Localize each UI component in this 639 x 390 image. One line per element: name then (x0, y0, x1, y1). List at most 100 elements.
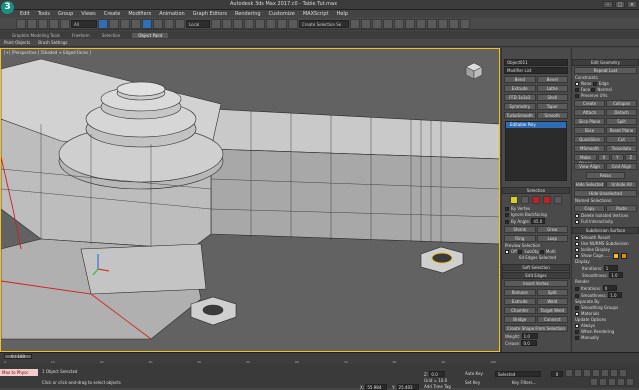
grow-button[interactable]: Grow (536, 226, 568, 233)
slice-plane-button[interactable]: Slice Plane (574, 118, 605, 125)
materials-checkbox[interactable] (575, 312, 579, 316)
constraint-edge-radio[interactable] (592, 82, 597, 86)
angle-spinner[interactable]: 45.0 (531, 218, 546, 224)
use-nurms-checkbox[interactable] (575, 242, 579, 246)
bend-button[interactable]: Bend (504, 76, 536, 83)
close-button[interactable]: × (627, 1, 637, 8)
unhide-all-button[interactable]: Unhide All (606, 181, 637, 188)
play-icon[interactable] (583, 369, 591, 377)
bridge-button[interactable]: Bridge (504, 316, 536, 323)
ffd-button[interactable]: FFD 3x3x3 (504, 94, 536, 101)
object-name-field[interactable]: Object011 (504, 59, 568, 66)
constraint-normal-radio[interactable] (591, 88, 596, 92)
constraint-face-radio[interactable] (575, 88, 579, 92)
paste-button[interactable]: Paste (606, 205, 637, 212)
copy-button[interactable]: Copy (574, 205, 605, 212)
menu-help[interactable]: Help (337, 10, 348, 18)
edit-geometry-rollout-header[interactable]: Edit Geometry (572, 59, 639, 66)
brush-settings-button[interactable]: Brush Settings (38, 40, 67, 45)
taper-button[interactable]: Taper (536, 103, 568, 110)
bind-spacewarp-icon[interactable] (60, 18, 70, 29)
grid-align-button[interactable]: Grid Align (606, 163, 637, 170)
cage-color-swatch-2[interactable] (620, 253, 627, 259)
create-shape-button[interactable]: Create Shape From Selection (504, 325, 568, 332)
full-interactivity-checkbox[interactable] (575, 220, 579, 224)
key-mode-dropdown[interactable]: Selected (495, 371, 541, 377)
reset-plane-button[interactable]: Reset Plane (606, 127, 637, 134)
symmetry-button[interactable]: Symmetry (504, 103, 536, 110)
selection-filter-dropdown[interactable]: All (71, 19, 97, 28)
tab-freeform[interactable]: Freeform (72, 33, 90, 38)
zoom-all-icon[interactable] (599, 378, 607, 386)
display-smoothness-spinner[interactable]: 1.0 (609, 272, 624, 278)
chamfer-button[interactable]: Chamfer (504, 307, 536, 314)
cage-color-swatch-1[interactable] (612, 253, 619, 259)
menu-edit[interactable]: Edit (20, 10, 30, 18)
menu-rendering[interactable]: Rendering (235, 10, 261, 18)
planar-y-button[interactable]: Y (611, 154, 624, 161)
menu-maxscript[interactable]: MAXScript (303, 10, 329, 18)
redo-icon[interactable] (27, 18, 37, 29)
keyboard-shortcut-icon[interactable] (233, 18, 243, 29)
menu-animation[interactable]: Animation (159, 10, 185, 18)
zoom-icon[interactable] (590, 378, 598, 386)
mesh-model[interactable] (1, 49, 500, 352)
undo-icon[interactable] (16, 18, 26, 29)
modifier-list-dropdown[interactable]: Modifier List (504, 67, 568, 74)
collapse-button[interactable]: Collapse (606, 100, 637, 107)
preview-off-radio[interactable] (505, 250, 509, 254)
show-cage-checkbox[interactable] (575, 254, 579, 258)
window-crossing-icon[interactable] (131, 18, 141, 29)
split-checkbox[interactable]: Split (606, 118, 637, 125)
bevel-button[interactable]: Bevel (536, 76, 568, 83)
time-slider[interactable]: 0 / 100 (4, 354, 32, 359)
create-button[interactable]: Create (574, 100, 605, 107)
display-iterations-spinner[interactable]: 1 (603, 265, 618, 271)
unlink-icon[interactable] (49, 18, 59, 29)
go-to-end-icon[interactable] (601, 369, 609, 377)
named-selection-set-dropdown[interactable]: Create Selection Se (299, 19, 349, 28)
timeline[interactable]: 0 / 100 0 10 20 30 40 50 60 70 80 90 100 (0, 352, 639, 364)
time-config-icon[interactable] (619, 369, 627, 377)
relax-button[interactable]: Relax (586, 172, 625, 179)
add-time-tag[interactable]: Add Time Tag (424, 384, 451, 389)
ring-button[interactable]: Ring (504, 235, 536, 242)
manually-radio[interactable] (575, 336, 579, 340)
move-icon[interactable] (142, 18, 152, 29)
zoom-extents-icon[interactable] (608, 378, 616, 386)
menu-modifiers[interactable]: Modifiers (128, 10, 151, 18)
menu-customize[interactable]: Customize (269, 10, 295, 18)
weld-button[interactable]: Weld (536, 298, 568, 305)
x-coordinate-field[interactable]: 55.984 (365, 384, 388, 390)
hide-selected-button[interactable]: Hide Selected (574, 181, 605, 188)
split-edges-button[interactable]: Split (536, 289, 568, 296)
render-setup-icon[interactable] (438, 18, 448, 29)
menu-group[interactable]: Group (58, 10, 73, 18)
remove-button[interactable]: Remove (504, 289, 536, 296)
crease-spinner[interactable]: 0.0 (521, 340, 538, 346)
viewcube-icon[interactable] (464, 61, 484, 81)
scale-icon[interactable] (164, 18, 174, 29)
hide-unselected-button[interactable]: Hide Unselected (574, 190, 637, 197)
menu-views[interactable]: Views (81, 10, 95, 18)
view-align-button[interactable]: View Align (574, 163, 605, 170)
app-logo-button[interactable]: 3 (1, 1, 14, 14)
planar-x-button[interactable]: X (597, 154, 611, 161)
viewport-label[interactable]: [+] [Perspective ] [Shaded + Edged Faces… (4, 50, 91, 55)
snaps-toggle-icon[interactable] (244, 18, 254, 29)
quickslice-button[interactable]: QuickSlice (574, 136, 605, 143)
smooth-button[interactable]: Smooth (536, 112, 568, 119)
polygon-mode-icon[interactable] (543, 196, 551, 204)
target-weld-button[interactable]: Target Weld (536, 307, 568, 314)
curve-editor-icon[interactable] (405, 18, 415, 29)
extrude-button[interactable]: Extrude (504, 298, 536, 305)
paint-objects-button[interactable]: Paint Objects (4, 40, 30, 45)
subdivision-surface-rollout-header[interactable]: Subdivision Surface (572, 227, 639, 234)
maximize-button[interactable]: □ (615, 1, 625, 8)
pan-icon[interactable] (626, 378, 634, 386)
edit-edges-rollout-header[interactable]: Edit Edges (502, 272, 570, 279)
select-object-icon[interactable] (98, 18, 108, 29)
tab-graphite-modeling[interactable]: Graphite Modeling Tools (12, 33, 60, 38)
reference-coordinate-dropdown[interactable]: Local (186, 19, 210, 28)
render-smoothness-spinner[interactable]: 1.0 (608, 292, 623, 298)
